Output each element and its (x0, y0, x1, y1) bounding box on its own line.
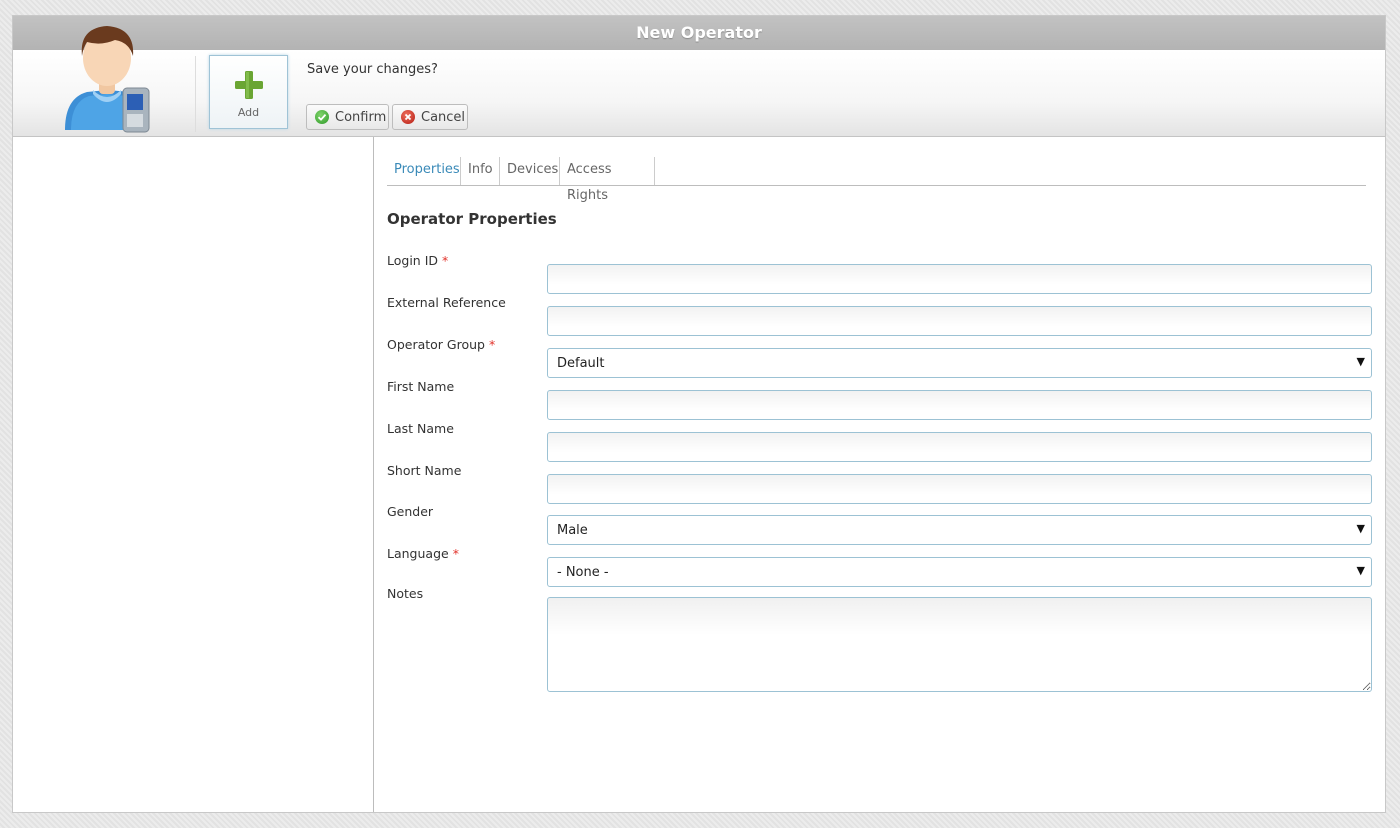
last-name-label: Last Name (387, 421, 454, 436)
tab-info[interactable]: Info (461, 157, 500, 185)
first-name-input[interactable] (547, 390, 1372, 420)
new-operator-window: New Operator Add Save your changes? Conf… (12, 15, 1386, 813)
x-circle-icon (401, 110, 415, 124)
plus-icon (235, 71, 263, 99)
cancel-button[interactable]: Cancel (392, 104, 468, 130)
toolbar: Add Save your changes? Confirm Cancel (13, 26, 1385, 137)
gender-select[interactable]: Male ▼ (547, 515, 1372, 545)
gender-label: Gender (387, 504, 434, 519)
add-button[interactable]: Add (209, 55, 288, 129)
triangle-down-icon: ▼ (1356, 564, 1365, 577)
tab-properties[interactable]: Properties (387, 157, 461, 185)
language-value: - None - (557, 565, 609, 580)
tab-devices[interactable]: Devices (500, 157, 560, 185)
confirm-button[interactable]: Confirm (306, 104, 389, 130)
first-name-label: First Name (387, 379, 455, 394)
external-reference-label: External Reference (387, 295, 506, 310)
tab-access-rights[interactable]: Access Rights (560, 157, 655, 203)
triangle-down-icon: ▼ (1356, 522, 1365, 535)
operator-group-select[interactable]: Default ▼ (547, 348, 1372, 378)
short-name-label: Short Name (387, 463, 462, 478)
required-marker: * (442, 253, 449, 268)
required-marker: * (452, 546, 459, 561)
operator-group-label: Operator Group * (387, 337, 496, 352)
cancel-button-label: Cancel (421, 109, 466, 125)
window-title: New Operator (13, 16, 1385, 50)
required-marker: * (488, 337, 496, 352)
language-label: Language * (387, 546, 459, 561)
left-pane (13, 137, 374, 812)
notes-label: Notes (387, 586, 424, 601)
external-reference-input[interactable] (547, 306, 1372, 336)
last-name-input[interactable] (547, 432, 1372, 462)
triangle-down-icon: ▼ (1356, 355, 1365, 368)
notes-textarea[interactable] (547, 597, 1372, 692)
check-circle-icon (315, 110, 329, 124)
toolbar-divider (195, 56, 196, 132)
tab-bar: Properties Info Devices Access Rights (387, 157, 1366, 203)
operator-group-value: Default (557, 356, 605, 371)
language-select[interactable]: - None - ▼ (547, 557, 1372, 587)
login-id-label: Login ID * (387, 253, 449, 268)
confirm-button-label: Confirm (335, 109, 387, 125)
section-title: Operator Properties (387, 210, 557, 228)
short-name-input[interactable] (547, 474, 1372, 504)
login-id-input[interactable] (547, 264, 1372, 294)
gender-value: Male (557, 523, 588, 538)
save-prompt: Save your changes? (307, 62, 438, 77)
add-button-label: Add (237, 106, 260, 119)
operator-avatar-icon (65, 26, 150, 133)
